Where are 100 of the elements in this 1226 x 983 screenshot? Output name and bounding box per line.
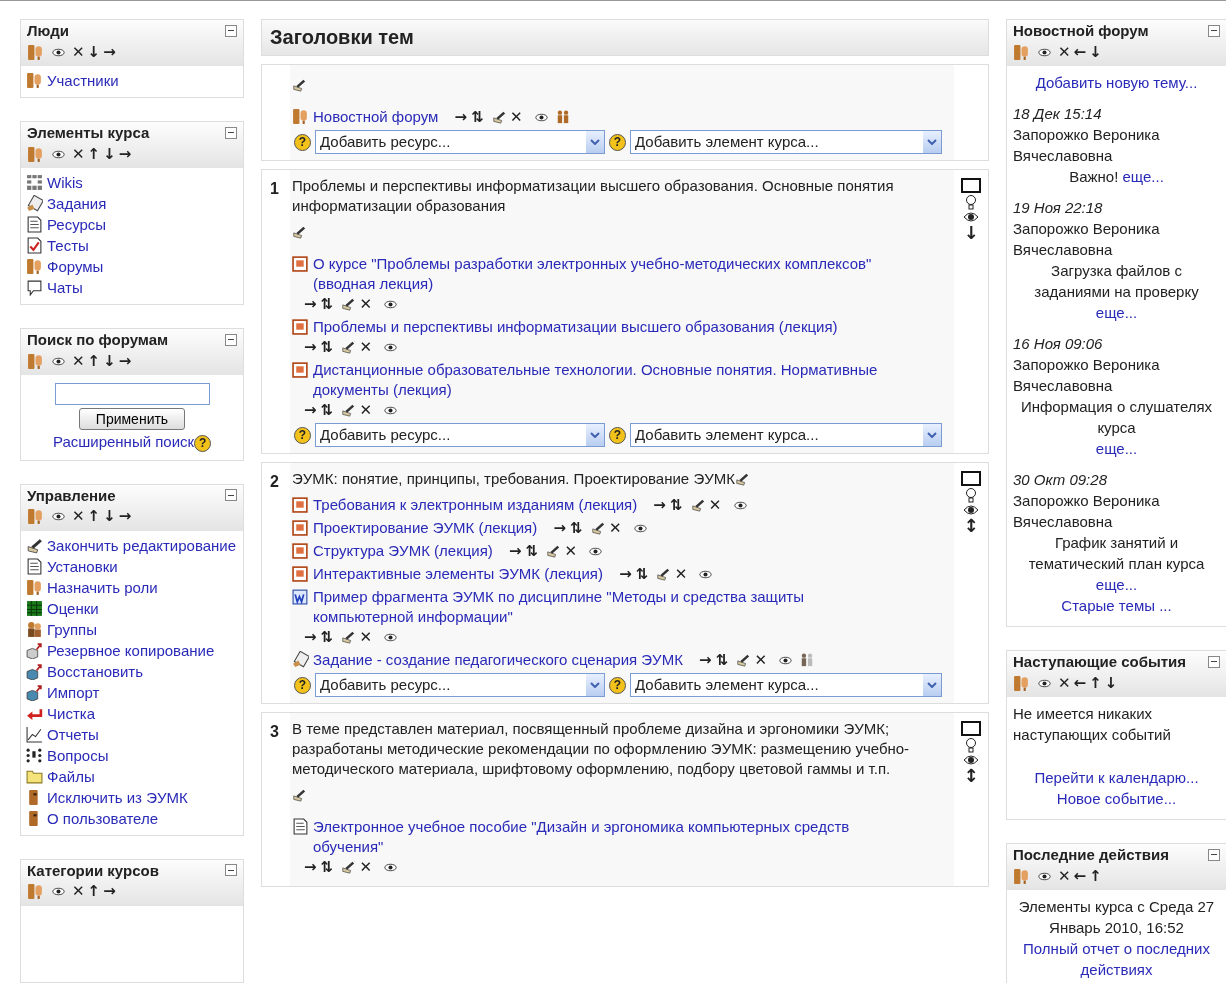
eye-icon[interactable] <box>1038 871 1051 881</box>
move-control[interactable]: → <box>454 108 468 126</box>
help-icon[interactable]: ? <box>294 676 311 694</box>
move-control[interactable]: ⇅ <box>570 519 583 537</box>
search-field[interactable] <box>54 383 210 405</box>
move-control[interactable]: ⇅ <box>320 338 334 356</box>
block-control[interactable]: ↑ <box>1089 675 1102 691</box>
lightbulb-icon[interactable] <box>965 737 977 753</box>
block-link[interactable]: Полный отчет о последних действиях <box>1013 938 1220 980</box>
block-control[interactable]: ↓ <box>103 509 116 525</box>
eye-icon[interactable] <box>52 512 65 522</box>
help-icon[interactable]: ? <box>609 133 626 151</box>
activity-link[interactable]: Требования к электронным изданиям (лекция) <box>313 495 638 515</box>
move-control[interactable]: ⇅ <box>471 108 484 126</box>
block-control[interactable]: ← <box>1073 44 1087 60</box>
people-icon[interactable] <box>555 110 570 124</box>
activity-link[interactable]: Электронное учебное пособие "Дизайн и эргономика компьютерных средств обучения" <box>313 817 885 857</box>
highlight-toggle[interactable] <box>961 471 981 486</box>
people-icon[interactable] <box>800 653 815 667</box>
block-control[interactable]: → <box>103 44 116 60</box>
help-icon[interactable]: ? <box>609 426 626 444</box>
block-control[interactable]: ✕ <box>72 353 85 369</box>
eye-icon[interactable] <box>589 547 603 556</box>
help-icon[interactable]: ? <box>294 133 311 151</box>
add-resource-dropdown[interactable]: Добавить ресурс... <box>315 130 605 154</box>
collapse-toggle[interactable] <box>225 126 237 139</box>
block-control[interactable]: ↑ <box>87 884 101 900</box>
move-control[interactable]: ⇅ <box>715 651 729 669</box>
activity-link[interactable]: Пример фрагмента ЭУМК по дисциплине "Методы и средства защиты компьютерной информации" <box>313 587 885 627</box>
delete-control[interactable]: ✕ <box>564 542 578 560</box>
activity-link[interactable]: Интерактивные элементы ЭУМК (лекция) <box>313 564 603 584</box>
block-link[interactable]: Установки <box>47 557 118 575</box>
block-control[interactable]: → <box>118 509 132 525</box>
edit-icon[interactable] <box>690 498 705 512</box>
block-control[interactable]: ✕ <box>72 884 85 900</box>
block-link[interactable]: Участники <box>47 72 119 89</box>
block-link[interactable]: Группы <box>47 620 97 638</box>
move-control[interactable]: ⇅ <box>320 858 334 876</box>
move-control[interactable]: ↕ <box>963 767 979 785</box>
edit-icon[interactable] <box>734 472 749 486</box>
activity-link[interactable]: О курсе "Проблемы разработки электронных учебно-методических комплексов" (вводная лекция) <box>313 254 885 294</box>
add-activity-dropdown[interactable]: Добавить элемент курса... <box>630 423 942 447</box>
block-control[interactable]: ✕ <box>72 146 85 162</box>
block-control[interactable]: ↓ <box>103 353 116 369</box>
edit-icon[interactable] <box>341 860 356 874</box>
help-icon[interactable]: ? <box>294 426 311 444</box>
block-link[interactable]: Перейти к календарю... <box>1034 767 1199 788</box>
highlight-toggle[interactable] <box>961 178 981 193</box>
delete-control[interactable]: ✕ <box>359 338 373 356</box>
block-control[interactable]: ↑ <box>87 146 101 162</box>
block-link[interactable]: Назначить роли <box>47 578 158 596</box>
more-link[interactable]: еще... <box>1095 440 1138 457</box>
block-control[interactable]: → <box>118 146 132 162</box>
eye-icon[interactable] <box>633 524 647 533</box>
move-control[interactable]: ⇅ <box>525 542 539 560</box>
block-control[interactable]: ✕ <box>1058 868 1071 884</box>
lightbulb-icon[interactable] <box>965 487 977 503</box>
add-topic-link[interactable]: Добавить новую тему... <box>1035 74 1198 91</box>
apply-button[interactable]: Применить <box>78 408 186 430</box>
edit-icon[interactable] <box>341 297 356 311</box>
block-link[interactable]: Закончить редактирование <box>47 536 237 554</box>
block-link[interactable]: Вопросы <box>47 746 109 764</box>
eye-icon[interactable] <box>534 113 548 122</box>
block-control[interactable]: ← <box>1073 675 1087 691</box>
eye-icon[interactable] <box>1038 678 1051 688</box>
eye-icon[interactable] <box>52 887 65 897</box>
activity-link[interactable]: Проектирование ЭУМК (лекция) <box>313 518 538 538</box>
edit-icon[interactable] <box>341 403 356 417</box>
block-control[interactable]: ↓ <box>1104 675 1118 691</box>
highlight-toggle[interactable] <box>961 721 981 736</box>
eye-icon[interactable] <box>733 501 747 510</box>
activity-link[interactable]: Проблемы и перспективы информатизации высшего образования (лекция) <box>313 317 838 337</box>
block-link[interactable]: Чистка <box>47 704 95 722</box>
edit-icon[interactable] <box>656 567 671 581</box>
edit-icon[interactable] <box>341 340 356 354</box>
delete-control[interactable]: ✕ <box>359 295 373 313</box>
move-control[interactable]: → <box>304 295 317 313</box>
edit-icon[interactable] <box>341 630 356 644</box>
eye-icon[interactable] <box>384 633 398 642</box>
collapse-toggle[interactable] <box>1208 24 1220 37</box>
delete-control[interactable]: ✕ <box>359 401 373 419</box>
block-link[interactable]: Новое событие... <box>1056 788 1177 809</box>
block-link[interactable]: Оценки <box>47 599 99 617</box>
edit-icon[interactable] <box>590 521 605 535</box>
block-control[interactable]: ↓ <box>87 44 101 60</box>
delete-control[interactable]: ✕ <box>608 519 622 537</box>
block-control[interactable]: ✕ <box>1058 675 1071 691</box>
delete-control[interactable]: ✕ <box>674 565 688 583</box>
block-link[interactable]: Файлы <box>47 767 95 785</box>
activity-link[interactable]: Структура ЭУМК (лекция) <box>313 541 493 561</box>
move-control[interactable]: → <box>508 542 522 560</box>
edit-icon[interactable] <box>736 653 751 667</box>
collapse-toggle[interactable] <box>225 489 237 502</box>
block-link[interactable]: Резервное копирование <box>47 641 215 659</box>
edit-icon[interactable] <box>292 788 306 802</box>
lightbulb-icon[interactable] <box>965 194 977 210</box>
move-control[interactable]: → <box>304 858 317 876</box>
delete-control[interactable]: ✕ <box>708 496 722 514</box>
more-link[interactable]: еще... <box>1095 576 1138 593</box>
block-link[interactable]: Тесты <box>47 237 89 254</box>
